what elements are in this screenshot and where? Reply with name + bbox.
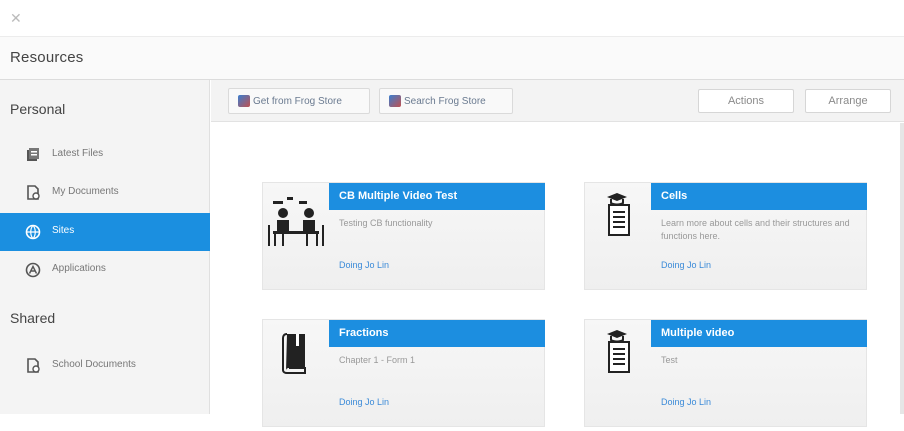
card-link[interactable]: Doing Jo Lin — [661, 397, 711, 407]
search-store-icon — [389, 95, 401, 107]
tab-label: Get from Frog Store — [253, 96, 342, 107]
globe-icon — [25, 224, 41, 240]
page-title: Resources — [10, 49, 84, 66]
site-card[interactable]: Cells Learn more about cells and their s… — [584, 182, 867, 290]
scrollbar[interactable] — [900, 123, 904, 414]
site-card[interactable]: Fractions Chapter 1 - Form 1 Doing Jo Li… — [262, 319, 545, 427]
sidebar-heading-personal: Personal — [10, 101, 66, 117]
sidebar-item-my-documents[interactable]: My Documents — [0, 174, 210, 212]
sidebar: Personal Latest Files My Documents Sites… — [0, 80, 210, 414]
site-card[interactable]: Multiple video Test Doing Jo Lin — [584, 319, 867, 427]
card-description: Learn more about cells and their structu… — [661, 218, 850, 241]
tab-search-frog-store[interactable]: Search Frog Store — [379, 88, 513, 114]
card-title[interactable]: Cells — [651, 183, 867, 210]
document-icon — [25, 185, 41, 201]
document-icon — [25, 358, 41, 374]
sidebar-heading-shared: Shared — [10, 310, 56, 326]
card-description: Testing CB functionality — [339, 218, 433, 228]
sidebar-item-label: Applications — [52, 263, 106, 274]
sidebar-item-label: Sites — [52, 225, 75, 236]
classroom-icon — [263, 183, 329, 289]
book-icon — [263, 320, 329, 426]
files-icon — [25, 147, 41, 163]
card-link[interactable]: Doing Jo Lin — [661, 260, 711, 270]
card-title[interactable]: CB Multiple Video Test — [329, 183, 545, 210]
sidebar-item-label: School Documents — [52, 359, 136, 370]
sidebar-item-school-documents[interactable]: School Documents — [0, 347, 210, 385]
toolbar: Get from Frog Store Search Frog Store Ac… — [211, 80, 904, 122]
sidebar-item-latest-files[interactable]: Latest Files — [0, 136, 210, 174]
card-title[interactable]: Multiple video — [651, 320, 867, 347]
window-topbar: ✕ — [0, 0, 904, 36]
lesson-board-icon — [585, 183, 651, 289]
applications-icon — [25, 262, 41, 278]
card-description: Test — [661, 355, 678, 365]
actions-button[interactable]: Actions — [698, 89, 794, 113]
site-card[interactable]: CB Multiple Video Test Testing CB functi… — [262, 182, 545, 290]
card-link[interactable]: Doing Jo Lin — [339, 397, 389, 407]
tab-label: Search Frog Store — [404, 96, 486, 107]
store-icon — [238, 95, 250, 107]
main-content: Get from Frog Store Search Frog Store Ac… — [211, 80, 904, 427]
arrange-button[interactable]: Arrange — [805, 89, 891, 113]
title-bar: Resources — [0, 37, 904, 79]
card-link[interactable]: Doing Jo Lin — [339, 260, 389, 270]
sidebar-item-label: My Documents — [52, 186, 119, 197]
sidebar-item-label: Latest Files — [52, 148, 104, 159]
sidebar-item-applications[interactable]: Applications — [0, 251, 210, 289]
sidebar-item-sites[interactable]: Sites — [0, 213, 210, 251]
tab-get-from-frog-store[interactable]: Get from Frog Store — [228, 88, 370, 114]
lesson-board-icon — [585, 320, 651, 426]
card-description: Chapter 1 - Form 1 — [339, 355, 416, 365]
close-icon[interactable]: ✕ — [10, 10, 22, 27]
card-title[interactable]: Fractions — [329, 320, 545, 347]
